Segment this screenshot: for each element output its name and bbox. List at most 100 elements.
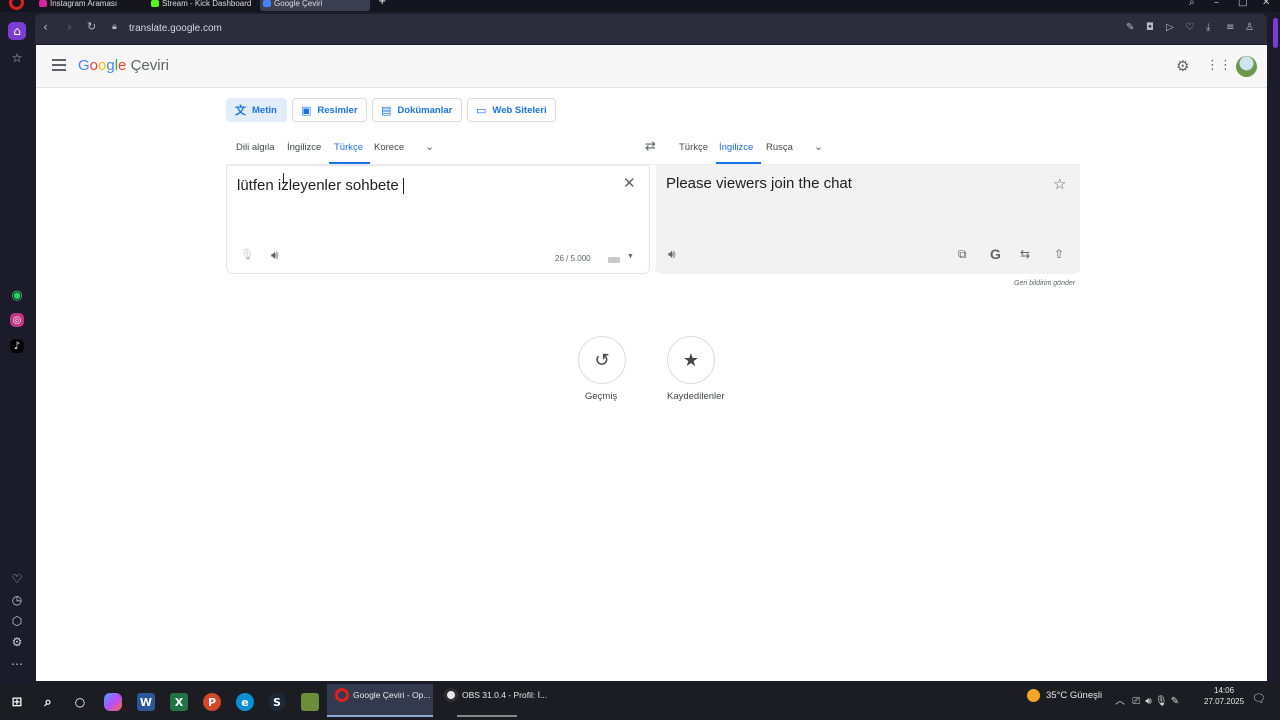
reload-icon[interactable]: ↻ (87, 20, 96, 33)
back-icon[interactable]: ‹ (43, 20, 48, 34)
clock[interactable]: 14:06 27.07.2025 (1204, 685, 1244, 707)
address-bar: ‹ › ↻ 🔒︎ translate.google.com ✎ ◘ ▷ ♡ ⤓ … (35, 14, 1267, 44)
source-lang-detect[interactable]: Dili algıla (236, 142, 275, 153)
heart-bookmark-icon[interactable]: ♡ (1185, 22, 1194, 33)
search-tabs-icon[interactable]: ⌕ (1189, 0, 1195, 8)
device-icon[interactable]: ⎚ (1132, 696, 1140, 707)
url-field[interactable]: translate.google.com (129, 23, 222, 34)
account-icon[interactable]: ♙ (1245, 22, 1254, 33)
listen-source-speaker-icon[interactable]: 🔊︎ (271, 248, 279, 263)
apps-grid-icon[interactable]: ⋮⋮ (1206, 58, 1232, 73)
history-clock-icon[interactable]: ◷ (8, 591, 26, 609)
pen-icon[interactable]: ✎ (1171, 696, 1179, 707)
steam-icon[interactable]: S (268, 693, 286, 711)
system-tray: ︿ ⎚ 🔊︎ 🎙︎ ✎ (1115, 692, 1179, 707)
share-icon[interactable]: ⇧ (1054, 247, 1064, 261)
hamburger-menu-icon[interactable] (52, 59, 66, 71)
source-lang-english[interactable]: İngilizce (287, 142, 321, 153)
settings-icon[interactable]: ⚙ (8, 633, 26, 651)
text-cursor (283, 173, 284, 184)
heart-icon[interactable]: ♡ (8, 570, 26, 588)
instagram-sidebar-icon[interactable]: ◎ (10, 313, 24, 327)
weather-widget[interactable]: 35°C Güneşli (1027, 689, 1102, 702)
powerpoint-icon[interactable]: P (203, 693, 221, 711)
rate-translation-icon[interactable]: ⇆ (1020, 247, 1030, 261)
saved-label: Kaydedilenler (667, 391, 725, 402)
translated-text: Please viewers join the chat (666, 175, 852, 192)
google-translate-page: Google Çeviri ⚙ ⋮⋮ 文 Metin ▣ Resimler ▤ … (36, 45, 1267, 681)
minimize-icon[interactable]: – (1214, 0, 1219, 8)
mode-websites-button[interactable]: ▭ Web Siteleri (467, 98, 556, 122)
opera-logo[interactable] (9, 0, 24, 10)
tray-chevron-icon[interactable]: ︿ (1115, 696, 1125, 707)
clear-text-icon[interactable]: ✕ (623, 174, 636, 192)
mode-documents-button[interactable]: ▤ Dokümanlar (372, 98, 462, 122)
edit-icon[interactable]: ✎ (1126, 22, 1134, 33)
task-view-icon[interactable]: ○ (71, 693, 89, 711)
volume-icon[interactable]: 🔊︎ (1145, 696, 1151, 707)
close-window-icon[interactable]: ✕ (1262, 0, 1270, 8)
mic-tray-icon[interactable]: 🎙︎ (1155, 696, 1168, 707)
source-lang-more-chevron-icon[interactable]: ⌄ (425, 140, 434, 153)
google-search-icon[interactable]: G (990, 246, 1001, 262)
home-icon[interactable]: ⌂ (8, 22, 26, 40)
source-lang-active-indicator (329, 162, 370, 164)
tab-kick[interactable]: Stream - Kick Dashboard (148, 0, 256, 11)
history-button[interactable]: ↺ (578, 336, 626, 384)
tab-label: Instagram Araması (50, 0, 118, 8)
menu-lines-icon[interactable]: ≡ (1226, 22, 1234, 33)
excel-icon[interactable]: X (170, 693, 188, 711)
windows-start-icon[interactable]: ⊞ (8, 693, 26, 711)
mode-text-button[interactable]: 文 Metin (226, 98, 287, 122)
translation-output-panel: Please viewers join the chat ☆ 🔊︎ ⧉ G ⇆ … (656, 165, 1080, 274)
settings-gear-icon[interactable]: ⚙ (1176, 57, 1189, 75)
more-icon[interactable]: ⋯ (8, 655, 26, 673)
source-lang-korean[interactable]: Korece (374, 142, 404, 153)
download-icon[interactable]: ⤓ (1206, 22, 1210, 33)
target-lang-russian[interactable]: Rusça (766, 142, 793, 153)
camera-icon[interactable]: ◘ (1146, 22, 1154, 33)
tab-instagram[interactable]: Instagram Araması (36, 0, 144, 11)
minecraft-icon[interactable] (301, 693, 319, 711)
extensions-cube-icon[interactable]: ⬡ (8, 612, 26, 630)
google-translate-logo[interactable]: Google Çeviri (78, 57, 169, 74)
copilot-icon[interactable] (104, 693, 122, 711)
target-lang-more-chevron-icon[interactable]: ⌄ (814, 140, 823, 153)
history-label: Geçmiş (585, 391, 618, 402)
send-feedback-link[interactable]: Geri bildirim gönder (1014, 280, 1075, 287)
play-icon[interactable]: ▷ (1166, 22, 1174, 33)
word-icon[interactable]: W (137, 693, 155, 711)
date: 27.07.2025 (1204, 697, 1245, 706)
save-translation-star-icon[interactable]: ☆ (1053, 175, 1066, 193)
forward-icon[interactable]: › (67, 20, 72, 34)
windows-taskbar: ⊞ ⌕ ○ W X P e S Google Çeviri - Op... OB… (0, 684, 1280, 720)
tiktok-icon[interactable]: ♪ (10, 339, 24, 353)
character-count: 26 / 5.000 (555, 254, 591, 263)
keyboard-icon[interactable] (608, 257, 620, 263)
avatar[interactable] (1236, 56, 1257, 77)
microphone-icon[interactable]: 🎙︎ (240, 248, 254, 261)
source-text-input[interactable]: lütfen izleyenler sohbete (237, 177, 404, 195)
target-lang-turkish[interactable]: Türkçe (679, 142, 708, 153)
swap-languages-icon[interactable]: ⇄ (645, 139, 656, 154)
listen-translation-speaker-icon[interactable]: 🔊︎ (668, 247, 676, 262)
speed-dial-star-icon[interactable]: ☆ (8, 49, 26, 67)
taskbar-app-obs[interactable]: OBS 31.0.4 - Profil: İ... (436, 684, 547, 717)
new-tab-button[interactable]: + (378, 0, 386, 7)
mode-images-button[interactable]: ▣ Resimler (292, 98, 367, 122)
search-icon[interactable]: ⌕ (39, 693, 57, 711)
tab-google-translate[interactable]: Google Çeviri (260, 0, 370, 11)
taskbar-app-opera[interactable]: Google Çeviri - Op... (327, 684, 433, 717)
target-lang-english[interactable]: İngilizce (719, 142, 753, 153)
translate-favicon-icon (263, 0, 271, 7)
whatsapp-icon[interactable]: ◉ (8, 286, 26, 304)
edge-icon[interactable]: e (236, 693, 254, 711)
source-lang-turkish[interactable]: Türkçe (334, 142, 363, 153)
keyboard-dropdown-icon[interactable]: ▼ (627, 253, 634, 260)
saved-button[interactable]: ★ (667, 336, 715, 384)
notification-icon[interactable]: 🗨︎ (1252, 692, 1266, 705)
right-edge (1270, 14, 1280, 684)
opera-icon (335, 688, 349, 702)
maximize-icon[interactable]: □ (1238, 0, 1247, 8)
copy-icon[interactable]: ⧉ (958, 247, 967, 262)
